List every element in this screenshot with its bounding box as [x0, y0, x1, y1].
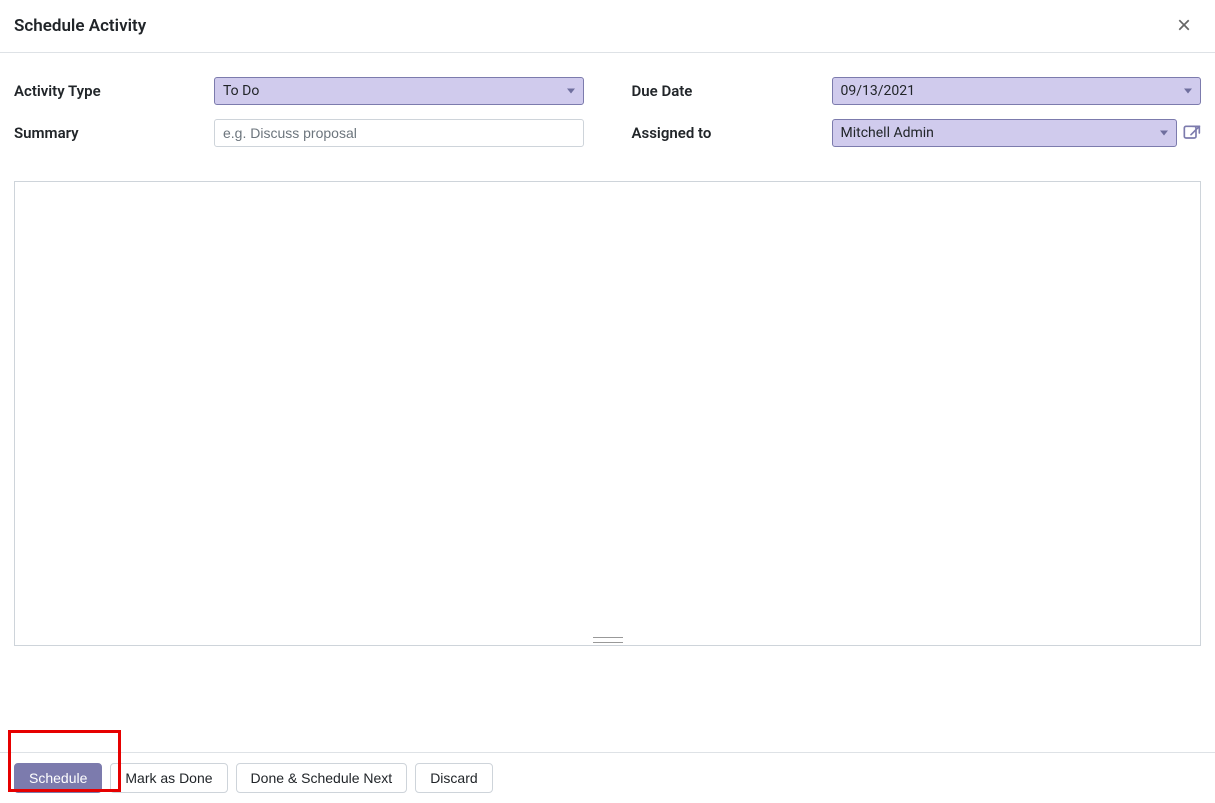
modal-title: Schedule Activity [14, 16, 146, 36]
assigned-to-row: Assigned to Mitchell Admin [632, 119, 1202, 147]
assigned-to-select[interactable]: Mitchell Admin [832, 119, 1178, 147]
assigned-to-value: Mitchell Admin [841, 125, 934, 141]
activity-type-row: Activity Type To Do [14, 77, 584, 105]
resize-handle[interactable] [593, 637, 623, 643]
modal-body: Activity Type To Do Due Date 09/13/2021 … [0, 53, 1215, 646]
form-grid: Activity Type To Do Due Date 09/13/2021 … [14, 77, 1201, 161]
done-schedule-next-button[interactable]: Done & Schedule Next [236, 763, 408, 793]
summary-label: Summary [14, 124, 214, 142]
schedule-button[interactable]: Schedule [14, 763, 102, 793]
mark-done-button[interactable]: Mark as Done [110, 763, 227, 793]
close-icon: × [1177, 12, 1191, 39]
summary-input[interactable] [214, 119, 584, 147]
description-editor[interactable] [14, 181, 1201, 646]
activity-type-select[interactable]: To Do [214, 77, 584, 105]
activity-type-value: To Do [223, 83, 259, 99]
discard-button[interactable]: Discard [415, 763, 492, 793]
close-button[interactable]: × [1177, 14, 1191, 38]
due-date-value: 09/13/2021 [841, 83, 916, 99]
due-date-label: Due Date [632, 82, 832, 100]
external-link-icon[interactable] [1181, 123, 1201, 143]
modal-header: Schedule Activity × [0, 0, 1215, 53]
activity-type-label: Activity Type [14, 82, 214, 100]
due-date-select[interactable]: 09/13/2021 [832, 77, 1202, 105]
summary-row: Summary [14, 119, 584, 147]
due-date-row: Due Date 09/13/2021 [632, 77, 1202, 105]
assigned-to-label: Assigned to [632, 124, 832, 142]
modal-footer: Schedule Mark as Done Done & Schedule Ne… [0, 752, 1215, 803]
